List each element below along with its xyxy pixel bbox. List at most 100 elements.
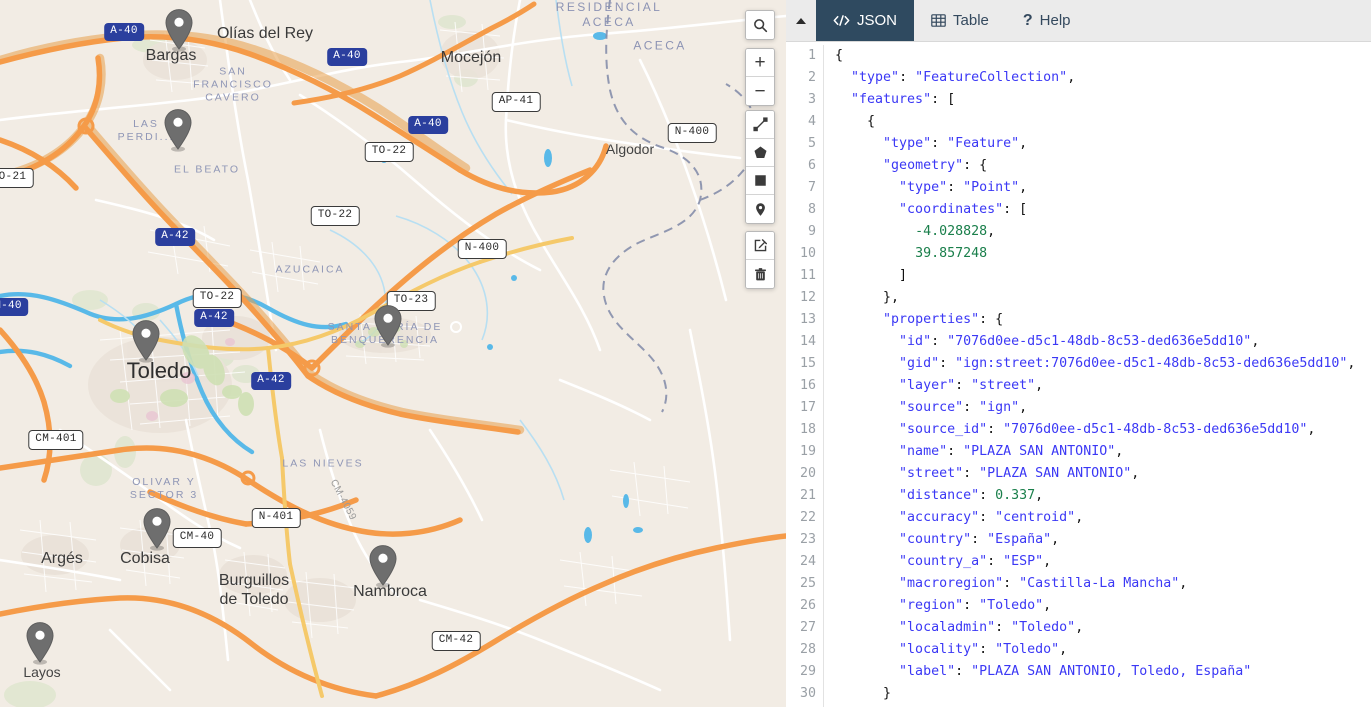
draw-polygon-icon[interactable] xyxy=(746,139,774,167)
line-number: 9 xyxy=(807,224,816,239)
line-number: 3 xyxy=(807,92,816,107)
map-marker-santa-mar-a-de-benquerencia[interactable] xyxy=(372,304,404,348)
draw-line-icon[interactable] xyxy=(746,111,774,139)
code-line[interactable]: "region": "Toledo", xyxy=(835,595,1371,617)
panel-tabbar: JSON Table ? Help xyxy=(786,0,1371,42)
road-shield-a-42: A-42 xyxy=(194,309,234,327)
code-line[interactable]: "distance": 0.337, xyxy=(835,485,1371,507)
line-number: 12 xyxy=(799,290,816,305)
map-marker-layos[interactable] xyxy=(24,621,56,665)
line-number: 21 xyxy=(799,488,816,503)
tab-help-label: Help xyxy=(1039,12,1071,29)
tab-json-label: JSON xyxy=(857,12,898,29)
road-shield-to-21: TO-21 xyxy=(0,168,34,188)
line-number: 29 xyxy=(799,664,816,679)
line-number: 18 xyxy=(799,422,816,437)
code-line[interactable]: "gid": "ign:street:7076d0ee-d5c1-48db-8c… xyxy=(835,353,1371,375)
code-line[interactable]: 39.857248 xyxy=(835,243,1371,265)
map-draw-control[interactable] xyxy=(745,110,775,224)
road-shield-a-40: A-40 xyxy=(327,48,367,66)
map-marker-nambroca[interactable] xyxy=(367,544,399,588)
minus-icon: − xyxy=(754,80,766,102)
zoom-in-button[interactable]: + xyxy=(746,49,774,77)
road-shield-n-401: N-401 xyxy=(251,508,301,528)
code-line[interactable]: "label": "PLAZA SAN ANTONIO, Toledo, Esp… xyxy=(835,661,1371,683)
line-number: 1 xyxy=(807,48,816,63)
collapse-panel-button[interactable] xyxy=(786,0,816,41)
code-line[interactable]: ] xyxy=(835,265,1371,287)
code-line[interactable]: "type": "Feature", xyxy=(835,133,1371,155)
tab-help[interactable]: ? Help xyxy=(1006,0,1088,41)
line-number: 8 xyxy=(807,202,816,217)
line-number: 2 xyxy=(807,70,816,85)
tab-table[interactable]: Table xyxy=(914,0,1006,41)
code-line[interactable]: "type": "Point", xyxy=(835,177,1371,199)
draw-marker-icon[interactable] xyxy=(746,195,774,223)
code-line[interactable]: "coordinates": [ xyxy=(835,199,1371,221)
code-line[interactable]: "name": "PLAZA SAN ANTONIO", xyxy=(835,441,1371,463)
road-shield-to-22: TO-22 xyxy=(192,288,242,308)
code-line[interactable]: "properties": { xyxy=(835,309,1371,331)
code-line[interactable]: "country_a": "ESP", xyxy=(835,551,1371,573)
map-edit-control[interactable] xyxy=(745,231,775,289)
code-line[interactable]: -4.028828, xyxy=(835,221,1371,243)
code-line[interactable]: "localadmin": "Toledo", xyxy=(835,617,1371,639)
draw-rectangle-icon[interactable] xyxy=(746,167,774,195)
line-number: 14 xyxy=(799,334,816,349)
json-editor[interactable]: 1 2 3 4 5 6 7 8 9 10 11 12 13 14 15 16 17 18 19 20 21 22 23 24 2… xyxy=(786,42,1371,707)
data-panel: JSON Table ? Help 1 2 3 4 5 6 7 8 9 10 1… xyxy=(786,0,1371,707)
road-shield-cm-42: CM-42 xyxy=(431,631,481,651)
code-line[interactable]: "features": [ xyxy=(835,89,1371,111)
search-icon[interactable] xyxy=(746,11,774,39)
road-shield-a-40: A-40 xyxy=(104,23,144,41)
code-line[interactable]: "macroregion": "Castilla-La Mancha", xyxy=(835,573,1371,595)
line-number: 30 xyxy=(799,686,816,701)
code-line[interactable]: "source_id": "7076d0ee-d5c1-48db-8c53-de… xyxy=(835,419,1371,441)
code-line[interactable]: } xyxy=(835,683,1371,705)
line-number: 23 xyxy=(799,532,816,547)
triangle-up-icon xyxy=(796,17,806,24)
code-line[interactable]: "id": "7076d0ee-d5c1-48db-8c53-ded636e5d… xyxy=(835,331,1371,353)
plus-icon: + xyxy=(754,52,766,73)
tab-json[interactable]: JSON xyxy=(816,0,915,41)
line-number: 5 xyxy=(807,136,816,151)
map-marker-bargas[interactable] xyxy=(163,8,195,52)
map-viewport[interactable]: Bargas Olías del Rey Mocejón Algodor Toledo A… xyxy=(0,0,786,707)
line-number: 28 xyxy=(799,642,816,657)
line-number: 26 xyxy=(799,598,816,613)
line-number: 16 xyxy=(799,378,816,393)
code-line[interactable]: "source": "ign", xyxy=(835,397,1371,419)
code-line[interactable]: "geometry": { xyxy=(835,155,1371,177)
line-number: 24 xyxy=(799,554,816,569)
code-line[interactable]: }, xyxy=(835,287,1371,309)
line-number: 27 xyxy=(799,620,816,635)
line-number: 17 xyxy=(799,400,816,415)
delete-icon[interactable] xyxy=(746,260,774,288)
code-line[interactable]: "accuracy": "centroid", xyxy=(835,507,1371,529)
code-line[interactable]: { xyxy=(835,45,1371,67)
code-line[interactable]: "layer": "street", xyxy=(835,375,1371,397)
map-marker-toledo[interactable] xyxy=(130,319,162,363)
zoom-out-button[interactable]: − xyxy=(746,77,774,105)
road-shield-cm-40: CM-40 xyxy=(172,528,222,548)
edit-icon[interactable] xyxy=(746,232,774,260)
map-marker-las-perdices[interactable] xyxy=(162,108,194,152)
map-marker-cobisa[interactable] xyxy=(141,507,173,551)
json-code-content[interactable]: { "type": "FeatureCollection", "features… xyxy=(824,45,1371,707)
road-shield-n-400: N-400 xyxy=(457,239,507,259)
map-search-control[interactable] xyxy=(745,10,775,40)
road-shield-n-400: N-400 xyxy=(667,123,717,143)
code-line[interactable]: "country": "España", xyxy=(835,529,1371,551)
question-icon: ? xyxy=(1022,11,1033,29)
code-line[interactable]: "street": "PLAZA SAN ANTONIO", xyxy=(835,463,1371,485)
line-number: 10 xyxy=(799,246,816,261)
line-number: 19 xyxy=(799,444,816,459)
road-shield-a-40: A-40 xyxy=(408,116,448,134)
code-line[interactable]: { xyxy=(835,111,1371,133)
code-line[interactable]: "locality": "Toledo", xyxy=(835,639,1371,661)
road-shield-m-40: M-40 xyxy=(0,298,28,316)
road-shield-a-42: A-42 xyxy=(251,372,291,390)
code-line[interactable]: "type": "FeatureCollection", xyxy=(835,67,1371,89)
line-number: 22 xyxy=(799,510,816,525)
map-zoom-control[interactable]: + − xyxy=(745,48,775,106)
